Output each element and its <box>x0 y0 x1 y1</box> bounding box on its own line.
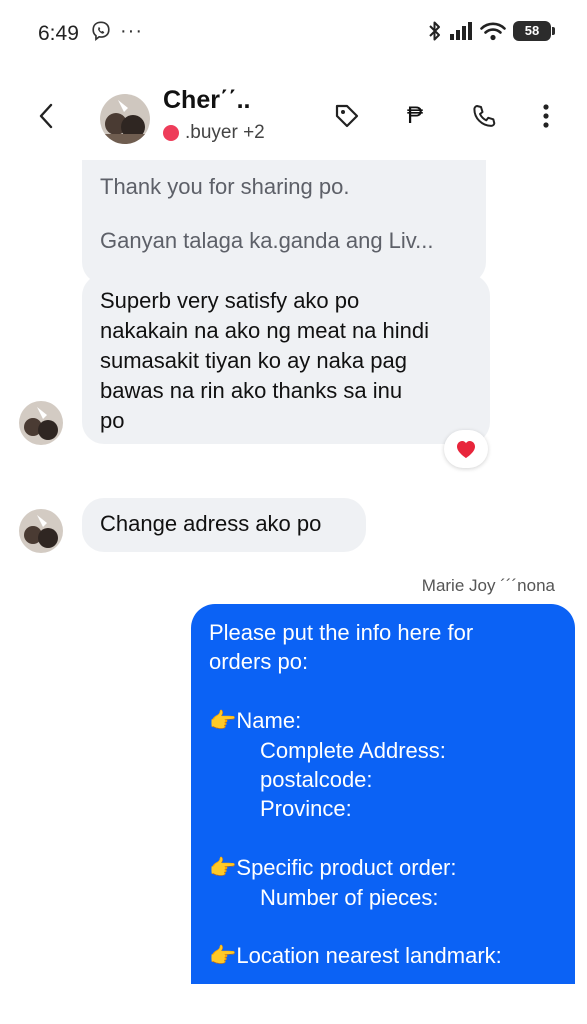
sender-avatar[interactable] <box>19 509 63 553</box>
message-bubble-3[interactable]: Change adress ako po <box>82 498 366 552</box>
contact-subtitle: .buyer +2 <box>163 122 265 144</box>
message-line: Change adress ako po <box>100 511 322 536</box>
call-button[interactable] <box>468 100 500 132</box>
message-line-blank <box>100 202 468 226</box>
message-bubble-2[interactable]: Superb very satisfy ako po nakakain na a… <box>82 274 490 444</box>
price-button[interactable]: ₱ <box>399 100 431 132</box>
peso-icon: ₱ <box>406 102 423 129</box>
viber-icon <box>92 21 110 42</box>
message-bubble-1[interactable]: Thank you for sharing po. Ganyan talaga … <box>82 160 486 284</box>
message-line: orders po: <box>209 649 309 675</box>
message-line: po <box>100 408 125 433</box>
back-button[interactable] <box>32 100 60 132</box>
message-line-blank <box>209 824 557 853</box>
outgoing-message-bubble[interactable]: Please put the info here for orders po: … <box>191 604 575 984</box>
message-line: 👉Name: <box>209 708 302 734</box>
message-line: Ganyan talaga ka.ganda ang Liv... <box>100 228 434 253</box>
more-options-button[interactable] <box>536 100 556 132</box>
message-line: Please put the info here for <box>209 620 474 645</box>
contact-name[interactable]: Cher΄΄.. <box>163 86 251 115</box>
message-line: 👉Specific product order: <box>209 855 457 881</box>
message-line: bawas na rin ako thanks sa inu <box>100 378 403 403</box>
message-line-blank <box>209 677 557 706</box>
tag-icon <box>335 104 359 128</box>
heart-reaction[interactable] <box>444 430 488 468</box>
message-line: Province: <box>260 796 352 822</box>
message-line: Superb very satisfy ako po <box>100 288 360 313</box>
message-line-blank <box>209 912 557 941</box>
more-notifications-icon: ··· <box>120 20 143 42</box>
battery-indicator: 58 <box>513 21 555 41</box>
chat-header: Cher΄΄.. .buyer +2 ₱ <box>0 66 587 166</box>
message-line: nakakain na ako ng meat na hindi <box>100 318 430 343</box>
contact-subtitle-text: .buyer +2 <box>185 122 265 143</box>
sender-avatar[interactable] <box>19 401 63 445</box>
message-line: sumasakit tiyan ko ay naka pag <box>100 348 407 373</box>
message-line: postalcode: <box>260 767 373 793</box>
avatar-image <box>19 509 63 553</box>
message-line: 👉Location nearest landmark: <box>209 943 502 969</box>
signal-icon <box>450 22 472 40</box>
status-dot <box>163 125 179 141</box>
contact-avatar[interactable] <box>100 94 150 144</box>
status-time: 6:49 <box>38 22 79 45</box>
tag-button[interactable] <box>331 100 363 132</box>
message-line: Number of pieces: <box>260 884 439 910</box>
back-icon <box>39 103 53 129</box>
outgoing-sender-name: Marie Joy ´´´nona <box>421 576 555 595</box>
avatar-image <box>100 94 150 144</box>
message-line: Complete Address: <box>260 737 446 763</box>
wifi-icon <box>480 22 506 41</box>
bluetooth-icon <box>429 21 440 41</box>
avatar-image <box>19 401 63 445</box>
status-bar: 6:49 ··· 58 <box>0 0 587 66</box>
heart-icon <box>457 441 475 458</box>
message-line: Thank you for sharing po. <box>100 174 350 199</box>
more-vert-icon <box>543 104 549 128</box>
phone-icon <box>473 105 496 127</box>
